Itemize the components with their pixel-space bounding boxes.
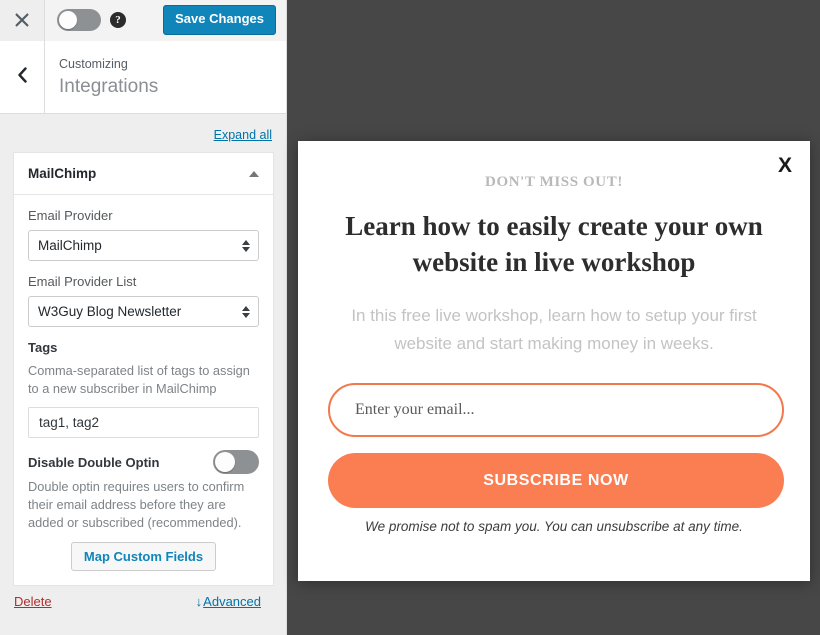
customizer-panel: ? Save Changes Customizing Integrations … — [0, 0, 287, 635]
close-icon — [15, 13, 29, 27]
mailchimp-panel-header[interactable]: MailChimp — [14, 153, 273, 195]
tags-help-text: Comma-separated list of tags to assign t… — [28, 363, 250, 396]
disable-double-optin-toggle[interactable] — [213, 450, 259, 474]
disable-double-optin-row: Disable Double Optin — [28, 450, 259, 474]
mailchimp-panel-body: Email Provider MailChimp Email Provider … — [14, 195, 273, 585]
site-preview: X DON'T MISS OUT! Learn how to easily cr… — [287, 0, 820, 635]
email-provider-list-value: W3Guy Blog Newsletter — [38, 304, 182, 319]
customizer-header: Customizing Integrations — [0, 41, 286, 114]
page-title: Integrations — [59, 75, 159, 97]
chevron-left-icon — [17, 66, 28, 88]
modal-headline: Learn how to easily create your own webs… — [345, 211, 763, 277]
customizer-topbar: ? Save Changes — [0, 0, 286, 41]
preview-device-toggle[interactable] — [57, 9, 101, 31]
map-custom-fields-row: Map Custom Fields — [28, 542, 259, 571]
advanced-link[interactable]: ↓ Advanced — [196, 594, 261, 609]
close-icon[interactable]: X — [778, 155, 792, 176]
email-provider-list-label: Email Provider List — [28, 274, 137, 289]
mailchimp-panel: MailChimp Email Provider MailChimp Email… — [13, 152, 274, 586]
optin-modal: X DON'T MISS OUT! Learn how to easily cr… — [298, 141, 810, 581]
customizer-body: Expand all MailChimp Email Provider Mail… — [0, 114, 286, 635]
disable-double-optin-label: Disable Double Optin — [28, 454, 160, 470]
double-optin-help-text: Double optin requires users to confirm t… — [28, 479, 245, 530]
tags-input[interactable] — [28, 407, 259, 438]
close-customizer-button[interactable] — [0, 0, 45, 41]
mailchimp-panel-footer: Delete ↓ Advanced — [13, 586, 274, 609]
email-provider-select[interactable]: MailChimp — [28, 230, 259, 261]
modal-kicker: DON'T MISS OUT! — [485, 174, 623, 190]
tags-label: Tags — [28, 340, 58, 355]
arrow-down-icon: ↓ — [195, 594, 203, 609]
mailchimp-panel-title: MailChimp — [28, 166, 97, 181]
advanced-label: Advanced — [203, 594, 261, 609]
caret-down-small-icon — [242, 246, 250, 252]
customizer-topbar-controls: ? Save Changes — [45, 0, 286, 41]
expand-all-link[interactable]: Expand all — [214, 128, 272, 142]
modal-subtext: In this free live workshop, learn how to… — [351, 306, 757, 353]
caret-up-small-icon — [242, 239, 250, 245]
modal-disclaimer: We promise not to spam you. You can unsu… — [365, 519, 743, 534]
map-custom-fields-button[interactable]: Map Custom Fields — [70, 542, 217, 571]
screen-root: ? Save Changes Customizing Integrations … — [0, 0, 820, 635]
email-input[interactable] — [328, 383, 784, 437]
customizer-title-block: Customizing Integrations — [45, 41, 286, 113]
stepper-icon — [242, 305, 250, 318]
expand-all-row: Expand all — [0, 114, 286, 152]
save-changes-button[interactable]: Save Changes — [163, 5, 276, 35]
breadcrumb: Customizing — [59, 56, 128, 71]
delete-link[interactable]: Delete — [14, 594, 52, 609]
stepper-icon — [242, 239, 250, 252]
caret-down-small-icon — [242, 312, 250, 318]
toggle-knob — [59, 11, 77, 29]
toggle-knob — [215, 452, 235, 472]
caret-up-icon[interactable] — [249, 170, 259, 177]
subscribe-button[interactable]: SUBSCRIBE NOW — [328, 453, 784, 508]
caret-up-small-icon — [242, 305, 250, 311]
help-icon[interactable]: ? — [110, 12, 126, 28]
back-button[interactable] — [0, 41, 45, 113]
email-provider-value: MailChimp — [38, 238, 102, 253]
email-provider-list-select[interactable]: W3Guy Blog Newsletter — [28, 296, 259, 327]
email-provider-label: Email Provider — [28, 208, 113, 223]
